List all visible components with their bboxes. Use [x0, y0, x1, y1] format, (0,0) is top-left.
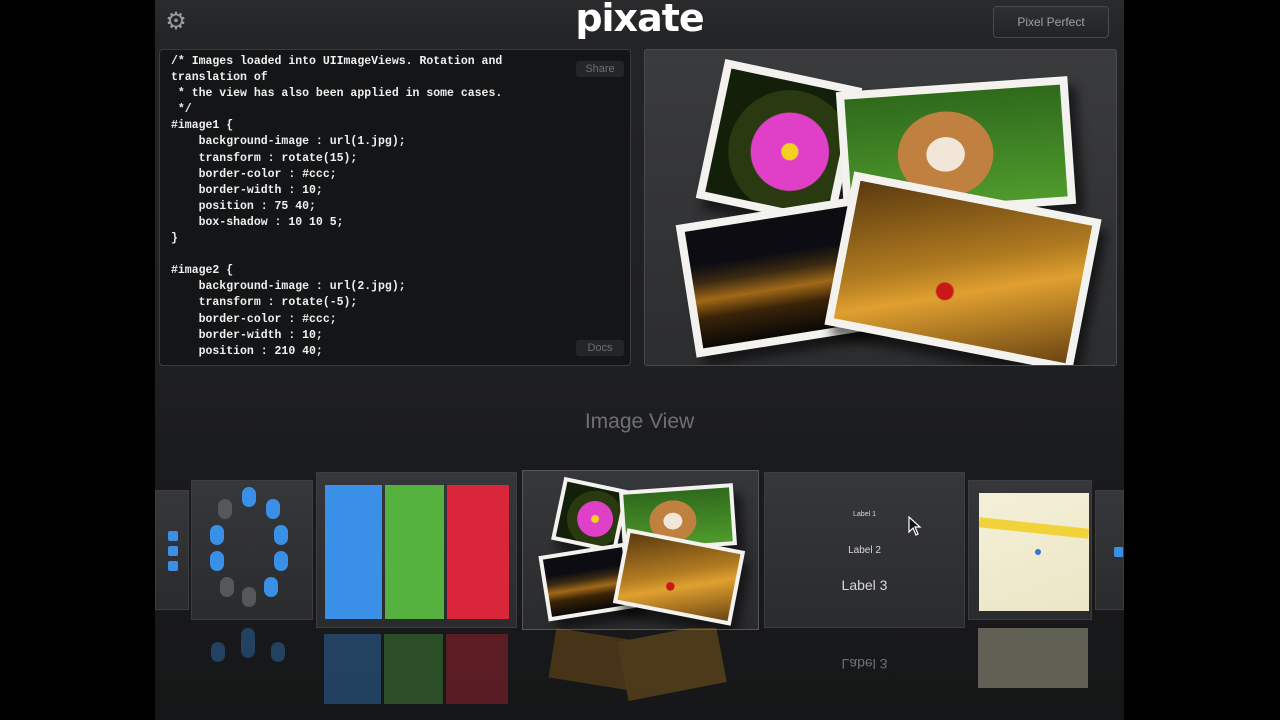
carousel-card-buttons[interactable]	[155, 490, 189, 610]
carousel-reflection-activity	[191, 628, 313, 720]
map	[978, 493, 1090, 611]
carousel-reflection	[316, 628, 517, 720]
css-code-text[interactable]: /* Images loaded into UIImageViews. Rota…	[171, 54, 502, 360]
label-1: Label 1	[853, 511, 876, 518]
color-bar-red	[447, 485, 509, 619]
carousel-card-image-view[interactable]	[522, 470, 759, 630]
section-title: Image View	[584, 410, 695, 433]
carousel-card-activity-indicator[interactable]	[191, 480, 313, 620]
carousel-card-more[interactable]	[1095, 490, 1124, 610]
carousel-card-map-view[interactable]	[968, 480, 1092, 620]
css-code-editor[interactable]: /* Images loaded into UIImageViews. Rota…	[159, 49, 631, 366]
carousel-reflection-map	[978, 628, 1088, 720]
color-bar-green	[385, 485, 444, 619]
share-button[interactable]: Share	[576, 61, 624, 77]
carousel-reflection-labels: Label 3	[764, 628, 965, 720]
label-3: Label 3	[841, 577, 888, 593]
carousel-card-labels[interactable]: Label 1 Label 2 Label 3	[764, 472, 965, 628]
location-pin-icon	[1035, 549, 1041, 555]
carousel-reflection-images	[522, 628, 759, 720]
carousel-card-color-views[interactable]	[316, 472, 517, 628]
docs-button[interactable]: Docs	[576, 340, 624, 356]
label-3-reflection: Label 3	[841, 656, 888, 672]
label-2: Label 2	[848, 545, 881, 556]
pixel-perfect-button[interactable]: Pixel Perfect	[993, 6, 1109, 38]
mouse-cursor-icon	[908, 516, 922, 536]
pixate-logo: pixate	[575, 0, 704, 40]
color-bar-blue	[325, 485, 382, 619]
image-view-preview	[644, 49, 1117, 366]
app-window: ⚙ pixate Pixel Perfect /* Images loaded …	[155, 0, 1124, 720]
